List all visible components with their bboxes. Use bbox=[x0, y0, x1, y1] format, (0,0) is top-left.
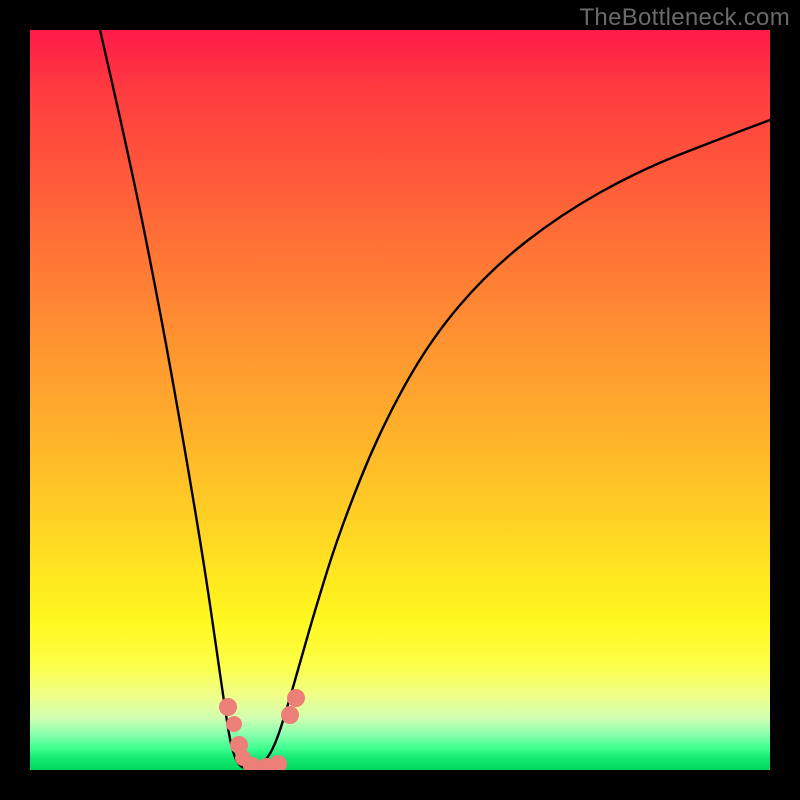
watermark-label: TheBottleneck.com bbox=[579, 4, 790, 32]
curve-left-branch bbox=[100, 30, 255, 770]
data-marker bbox=[287, 689, 305, 707]
data-marker bbox=[269, 755, 287, 770]
data-marker bbox=[226, 716, 242, 732]
data-marker bbox=[281, 706, 299, 724]
chart-frame: TheBottleneck.com bbox=[0, 0, 800, 800]
data-marker bbox=[219, 698, 237, 716]
curve-right-branch bbox=[255, 120, 770, 770]
plot-area bbox=[30, 30, 770, 770]
bottleneck-curve bbox=[30, 30, 770, 770]
